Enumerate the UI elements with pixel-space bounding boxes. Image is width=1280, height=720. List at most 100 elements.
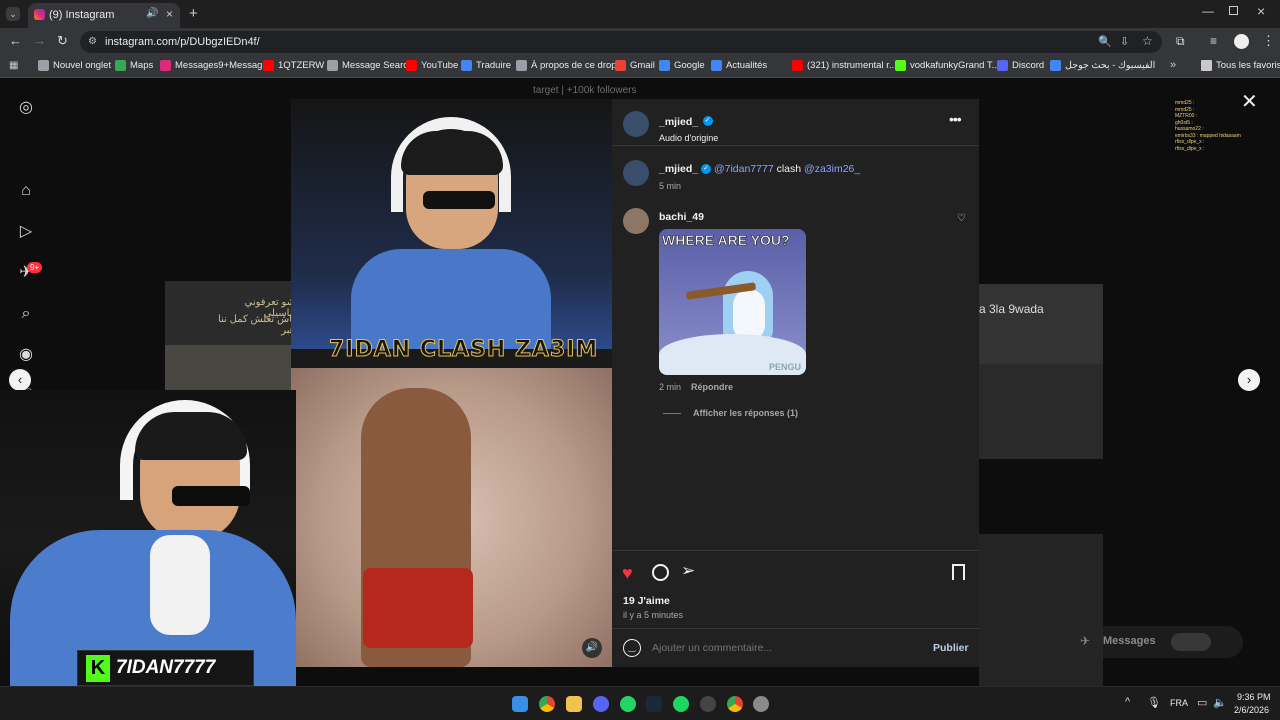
file-explorer-icon[interactable]: [566, 696, 582, 712]
chrome-taskbar-icon[interactable]: [539, 696, 555, 712]
caption-avatar[interactable]: [623, 160, 649, 186]
tab-close-icon[interactable]: ×: [166, 7, 173, 21]
spotify-taskbar-icon[interactable]: [673, 696, 689, 712]
back-icon[interactable]: ←: [9, 33, 22, 48]
steam-taskbar-icon[interactable]: [646, 696, 662, 712]
comment-like-icon[interactable]: ♡: [957, 213, 966, 224]
comment-username[interactable]: bachi_49: [659, 211, 704, 223]
messages-pill[interactable]: ✈ Messages: [1068, 626, 1243, 658]
comment-input[interactable]: [652, 639, 912, 657]
previous-post-button[interactable]: ‹: [9, 369, 31, 391]
extensions-icon[interactable]: ⧉: [1176, 34, 1185, 49]
bookmark-item[interactable]: Messages9+Messag...: [160, 60, 270, 71]
microphone-icon[interactable]: 🎙: [1147, 696, 1161, 709]
media-control-icon[interactable]: ≡: [1210, 34, 1217, 48]
feed-card-left-text2: باش تعلش كمل ننا هبر: [217, 314, 295, 336]
menu-icon[interactable]: ⋮: [1262, 33, 1275, 49]
new-tab-icon[interactable]: +: [189, 5, 198, 22]
bookmarks-overflow-icon[interactable]: »: [1170, 59, 1176, 71]
bookmark-item[interactable]: Actualités: [711, 60, 767, 71]
bookmark-item[interactable]: الفيسبوك - بحث جوجل: [1050, 60, 1155, 71]
minimize-icon[interactable]: —: [1202, 4, 1214, 18]
bookmark-item[interactable]: Discord: [997, 60, 1044, 71]
post-options-icon[interactable]: •••: [949, 111, 962, 127]
browser-tab[interactable]: (9) Instagram 🔊 ×: [28, 3, 180, 28]
like-heart-icon[interactable]: ♥: [622, 563, 633, 584]
view-replies-button[interactable]: Afficher les réponses (1): [693, 408, 798, 418]
bookmark-item[interactable]: 1QTZERW: [263, 60, 324, 71]
bookmark-favicon-icon: [327, 60, 338, 71]
comment-icon[interactable]: [652, 564, 669, 581]
bookmark-item[interactable]: Traduire: [461, 60, 511, 71]
caption-time: 5 min: [659, 181, 682, 191]
reply-button[interactable]: Répondre: [691, 382, 733, 392]
bookmark-item[interactable]: À propos de ce drop: [516, 60, 617, 71]
comment-gif[interactable]: WHERE ARE YOU? PENGU: [659, 229, 806, 375]
clock-time[interactable]: 9:36 PM: [1237, 692, 1271, 702]
site-info-icon[interactable]: ⚙: [88, 36, 97, 47]
bookmark-item[interactable]: Maps: [115, 60, 153, 71]
share-icon[interactable]: ➢: [681, 561, 695, 581]
publish-button[interactable]: Publier: [933, 642, 969, 654]
mention-link-2[interactable]: @za3im26_: [804, 163, 860, 175]
tray-overflow-icon[interactable]: ^: [1125, 696, 1130, 708]
bookmark-item[interactable]: YouTube: [406, 60, 458, 71]
chrome-active-taskbar-icon[interactable]: [727, 696, 743, 712]
volume-icon[interactable]: 🔈: [1213, 696, 1227, 709]
zoom-icon[interactable]: 🔍: [1098, 35, 1112, 48]
whatsapp-taskbar-icon[interactable]: [620, 696, 636, 712]
cap-shape: [401, 131, 503, 175]
author-avatar[interactable]: [623, 111, 649, 137]
bookmark-star-icon[interactable]: ☆: [1142, 34, 1153, 48]
home-icon[interactable]: ⌂: [17, 182, 35, 200]
author-username[interactable]: _mjied_: [659, 116, 698, 128]
reload-icon[interactable]: ↻: [57, 33, 68, 49]
network-icon[interactable]: ▭: [1197, 696, 1207, 709]
audio-label[interactable]: Audio d'origine: [659, 133, 718, 143]
settings-taskbar-icon[interactable]: [753, 696, 769, 712]
clock-date[interactable]: 2/6/2026: [1234, 705, 1269, 715]
bookmark-item[interactable]: vodkafunkyGrand T...: [895, 60, 1000, 71]
streamer-name-badge: K 7IDAN7777: [77, 650, 254, 686]
webcam-sunglasses: [172, 486, 250, 506]
save-bookmark-icon[interactable]: [952, 564, 965, 580]
obs-taskbar-icon[interactable]: [700, 696, 716, 712]
tab-search-icon[interactable]: ⌄: [6, 7, 20, 21]
bookmark-item[interactable]: (321) instrumental r...: [792, 60, 897, 71]
caption: _mjied_ ✓ @7idan7777 clash @za3im26_: [659, 163, 860, 175]
close-window-icon[interactable]: ×: [1257, 3, 1265, 19]
start-icon[interactable]: [512, 696, 528, 712]
likes-count[interactable]: 19 J'aime: [623, 595, 670, 607]
profile-avatar[interactable]: [1234, 34, 1249, 49]
install-icon[interactable]: ⇩: [1120, 35, 1129, 48]
language-indicator[interactable]: FRA: [1170, 698, 1188, 708]
bookmark-favicon-icon: [406, 60, 417, 71]
mention-link-1[interactable]: @7idan7777: [714, 163, 774, 175]
discord-taskbar-icon[interactable]: [593, 696, 609, 712]
kid-shorts: [363, 568, 473, 648]
commenter-avatar[interactable]: [623, 208, 649, 234]
apps-grid-icon[interactable]: ▦: [9, 60, 18, 71]
bookmark-favicon-icon: [263, 60, 274, 71]
bookmark-label: Actualités: [726, 60, 768, 71]
bookmark-favicon-icon: [1050, 60, 1061, 71]
reels-icon[interactable]: ▷: [17, 223, 35, 241]
caption-username[interactable]: _mjied_: [659, 163, 698, 175]
explore-icon[interactable]: ◉: [17, 346, 35, 364]
address-bar[interactable]: ⚙ instagram.com/p/DUbgzIEDn4f/ 🔍 ⇩ ☆: [80, 31, 1162, 53]
post-video[interactable]: 7IDAN CLASH ZA3IM 🔊: [291, 99, 612, 667]
bookmark-item[interactable]: Message Search: [327, 60, 413, 71]
emoji-icon[interactable]: ‿: [623, 639, 641, 657]
sunglasses-shape: [423, 191, 495, 209]
all-bookmarks-link[interactable]: Tous les favoris: [1201, 60, 1280, 71]
bookmark-item[interactable]: Nouvel onglet: [38, 60, 111, 71]
forward-icon[interactable]: →: [33, 33, 46, 48]
search-icon[interactable]: ⌕: [17, 305, 35, 323]
restore-icon[interactable]: [1229, 6, 1238, 15]
tab-audio-icon[interactable]: 🔊: [146, 8, 158, 19]
next-post-button[interactable]: ›: [1238, 369, 1260, 391]
instagram-logo-icon[interactable]: ◎: [17, 99, 35, 117]
bookmark-item[interactable]: Google: [659, 60, 705, 71]
mute-toggle-icon[interactable]: 🔊: [582, 638, 602, 658]
bookmark-item[interactable]: Gmail: [615, 60, 655, 71]
